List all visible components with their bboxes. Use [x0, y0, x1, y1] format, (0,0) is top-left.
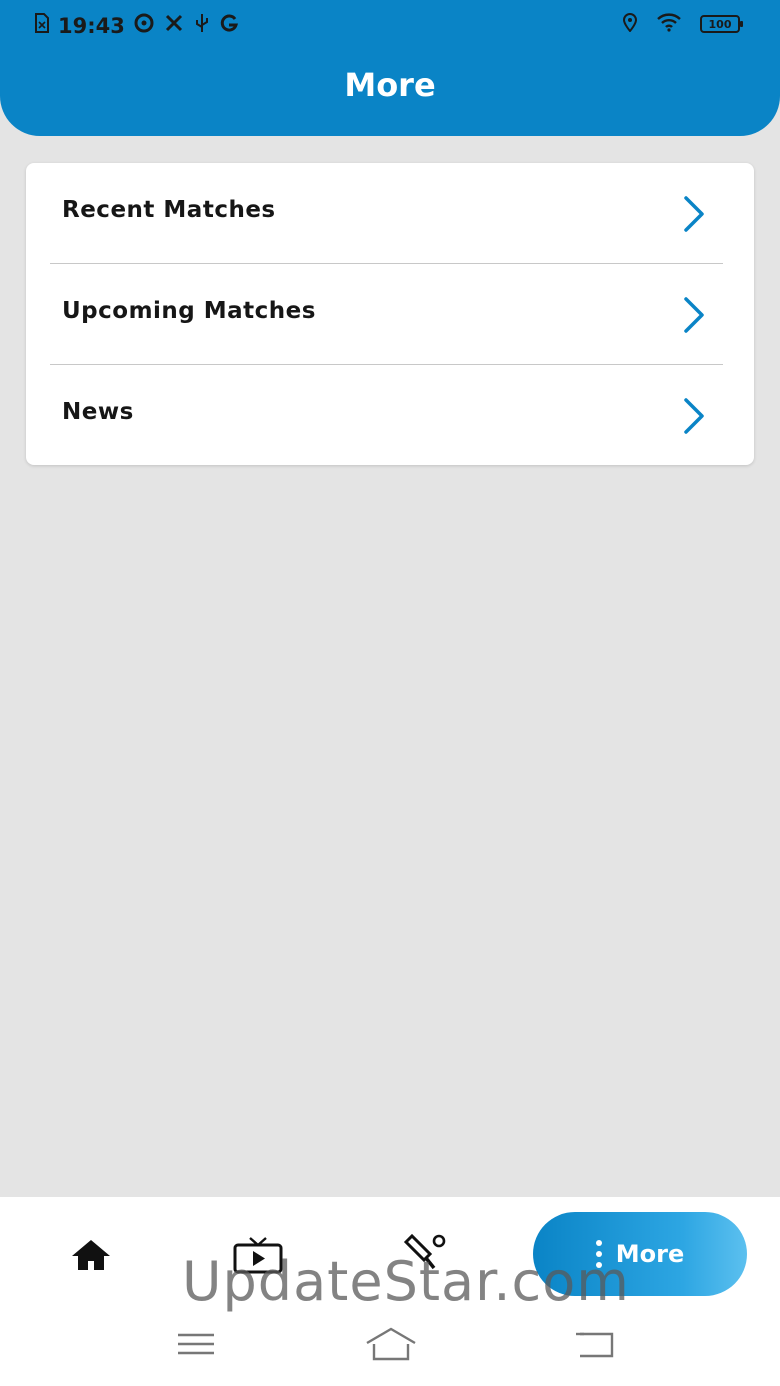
- menu-item-label: Recent Matches: [62, 197, 276, 223]
- system-home-button[interactable]: [364, 1326, 418, 1366]
- page-title: More: [344, 66, 436, 104]
- nav-home-button[interactable]: [70, 1238, 112, 1276]
- menu-item-label: Upcoming Matches: [62, 298, 316, 324]
- chevron-right-icon: [680, 296, 708, 338]
- chevron-right-icon: [680, 195, 708, 237]
- watermark-text: UpdateStar.com: [182, 1250, 630, 1313]
- menu-item-news[interactable]: News: [26, 365, 754, 466]
- home-icon: [70, 1240, 112, 1276]
- status-bar: 19:43 100: [0, 0, 780, 50]
- chevron-right-icon: [680, 397, 708, 439]
- menu-card: Recent Matches Upcoming Matches News: [26, 163, 754, 465]
- battery-level: 100: [708, 17, 732, 31]
- system-menu-button[interactable]: [176, 1330, 216, 1362]
- status-left: 19:43: [34, 12, 239, 39]
- battery-icon: 100: [700, 15, 743, 33]
- tools-icon: [163, 12, 185, 39]
- wifi-icon: [656, 12, 682, 36]
- menu-item-upcoming-matches[interactable]: Upcoming Matches: [26, 264, 754, 365]
- status-right: 100: [622, 12, 743, 36]
- location-icon: [622, 12, 638, 36]
- home-outline-icon: [364, 1327, 418, 1366]
- sim-icon: [34, 13, 50, 38]
- google-icon: [219, 13, 239, 38]
- back-icon: [574, 1332, 616, 1364]
- menu-item-label: News: [62, 399, 134, 425]
- system-back-button[interactable]: [574, 1330, 616, 1364]
- usb-icon: [193, 12, 211, 39]
- status-time: 19:43: [58, 13, 125, 38]
- menu-item-recent-matches[interactable]: Recent Matches: [26, 163, 754, 264]
- menu-icon: [176, 1333, 216, 1362]
- data-saver-icon: [133, 12, 155, 39]
